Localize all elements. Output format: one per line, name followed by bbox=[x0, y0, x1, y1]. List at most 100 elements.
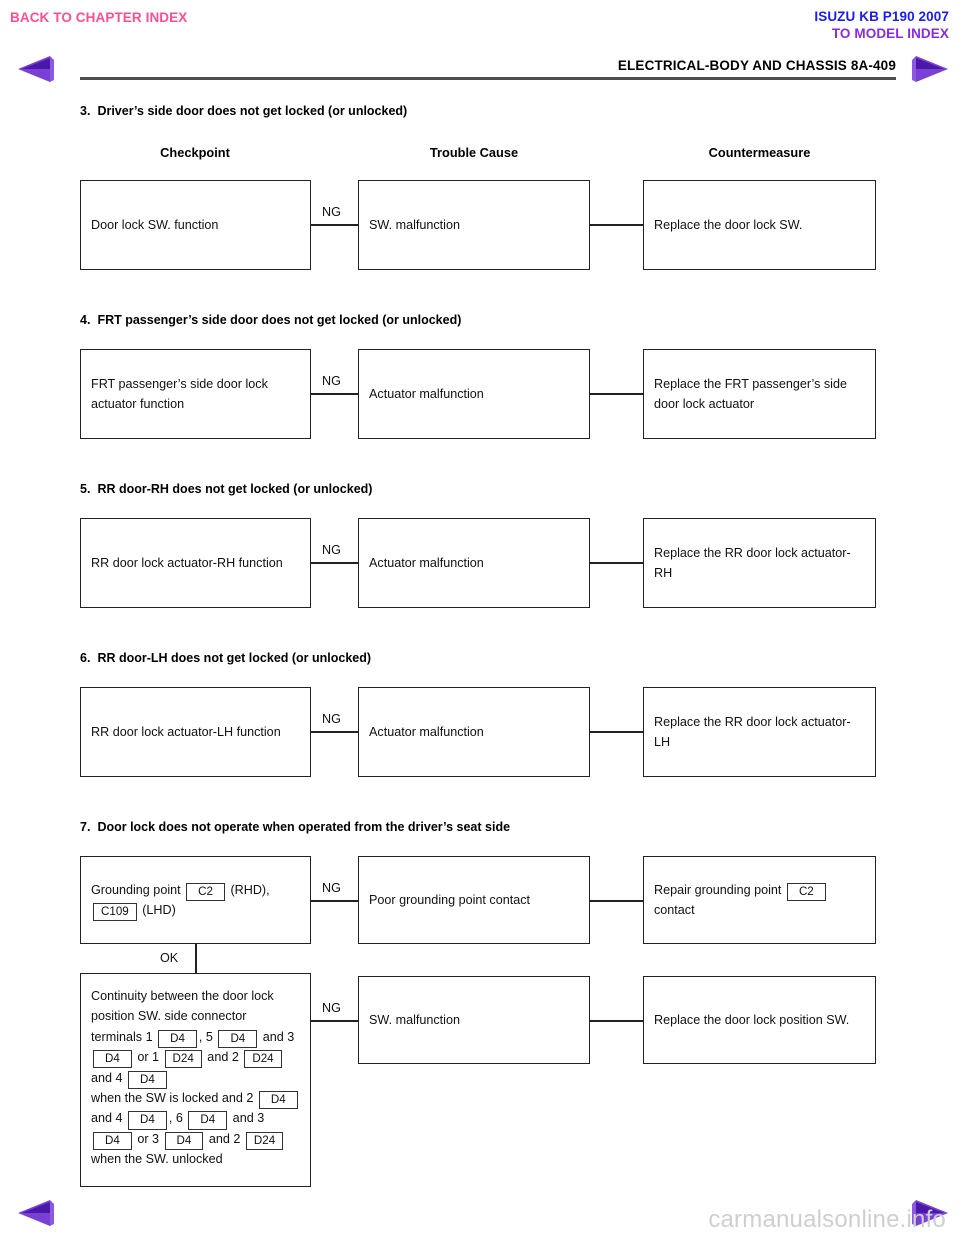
previous-page-arrow-icon[interactable] bbox=[16, 54, 58, 84]
section-heading-5: 5. RR door-RH does not get locked (or unl… bbox=[80, 482, 372, 496]
trouble-cause-box-7a[interactable]: Poor grounding point contact bbox=[358, 856, 590, 944]
connector-checkpoint-to-cause-6 bbox=[311, 731, 358, 733]
section-number: 3. bbox=[80, 104, 91, 118]
connector-ok-branch bbox=[195, 944, 197, 973]
connector-checkpoint-to-cause-4 bbox=[311, 393, 358, 395]
checkpoint-box-3[interactable]: Door lock SW. function bbox=[80, 180, 311, 270]
trouble-cause-text: Actuator malfunction bbox=[369, 724, 484, 739]
trouble-cause-text: Actuator malfunction bbox=[369, 555, 484, 570]
countermeasure-text: Replace the door lock position SW. bbox=[654, 1012, 850, 1027]
countermeasure-box-3[interactable]: Replace the door lock SW. bbox=[643, 180, 876, 270]
header-divider bbox=[80, 77, 896, 80]
connector-code-chip: D4 bbox=[158, 1029, 197, 1049]
connector-checkpoint-to-cause-7a bbox=[311, 900, 358, 902]
connector-cause-to-measure-5 bbox=[590, 562, 643, 564]
connector-cause-to-measure-7b bbox=[590, 1020, 643, 1022]
connector-code-chip: D4 bbox=[164, 1131, 204, 1151]
model-name-link[interactable]: ISUZU KB P190 2007 bbox=[814, 9, 949, 24]
trouble-cause-text: Actuator malfunction bbox=[369, 386, 484, 401]
edge-label-ng-4: NG bbox=[322, 374, 341, 388]
connector-code-chip: D4 bbox=[258, 1090, 298, 1110]
connector-code-chip: D4 bbox=[93, 1131, 132, 1151]
checkpoint-box-6[interactable]: RR door lock actuator-LH function bbox=[80, 687, 311, 777]
trouble-cause-box-3[interactable]: SW. malfunction bbox=[358, 180, 590, 270]
edge-label-ng-7b: NG bbox=[322, 1001, 341, 1015]
column-header-trouble-cause: Trouble Cause bbox=[429, 145, 519, 160]
connector-code-chip: C2 bbox=[186, 882, 225, 901]
connector-code-chip: D4 bbox=[128, 1111, 167, 1130]
column-header-checkpoint: Checkpoint bbox=[160, 145, 230, 160]
countermeasure-text: Replace the RR door lock actuator-LH bbox=[654, 714, 851, 749]
trouble-cause-text: Poor grounding point contact bbox=[369, 892, 531, 907]
trouble-cause-box-7b[interactable]: SW. malfunction bbox=[358, 976, 590, 1064]
countermeasure-text: Replace the door lock SW. bbox=[654, 217, 803, 232]
countermeasure-box-7a[interactable]: Repair grounding point C2 contact bbox=[643, 856, 876, 944]
connector-cause-to-measure-7a bbox=[590, 900, 643, 902]
right-triangle-icon bbox=[912, 56, 948, 82]
left-triangle-icon bbox=[18, 1200, 54, 1226]
countermeasure-box-5[interactable]: Replace the RR door lock actuator-RH bbox=[643, 518, 876, 608]
trouble-cause-box-6[interactable]: Actuator malfunction bbox=[358, 687, 590, 777]
checkpoint-box-7b[interactable]: Continuity between the door lock positio… bbox=[80, 973, 311, 1187]
connector-checkpoint-to-cause-5 bbox=[311, 562, 358, 564]
edge-label-ng-3: NG bbox=[322, 205, 341, 219]
trouble-cause-text: SW. malfunction bbox=[369, 217, 460, 232]
checkpoint-text: Door lock SW. function bbox=[91, 217, 219, 232]
countermeasure-text: Replace the RR door lock actuator-RH bbox=[654, 545, 851, 580]
section-heading-6: 6. RR door-LH does not get locked (or unl… bbox=[80, 651, 371, 665]
column-header-countermeasure: Countermeasure bbox=[708, 145, 811, 160]
connector-code-chip: C2 bbox=[786, 882, 826, 901]
next-page-arrow-icon[interactable] bbox=[908, 54, 950, 84]
section-title: Door lock does not operate when operated… bbox=[97, 820, 511, 834]
back-to-chapter-index-link[interactable]: BACK TO CHAPTER INDEX bbox=[10, 10, 187, 25]
countermeasure-box-7b[interactable]: Replace the door lock position SW. bbox=[643, 976, 876, 1064]
section-number: 5. bbox=[80, 482, 91, 496]
checkpoint-text: RR door lock actuator-LH function bbox=[91, 724, 281, 739]
checkpoint-box-7a[interactable]: Grounding point C2 (RHD), C109 (LHD) bbox=[80, 856, 311, 944]
countermeasure-text: Replace the FRT passenger’s side door lo… bbox=[654, 376, 847, 411]
section-number: 7. bbox=[80, 820, 91, 834]
site-watermark: carmanualsonline.info bbox=[708, 1206, 946, 1233]
connector-code-chip: D4 bbox=[218, 1029, 258, 1049]
edge-label-ok-7: OK bbox=[160, 951, 179, 965]
section-heading-3: 3. Driver’s side door does not get locked… bbox=[80, 104, 407, 118]
to-model-index-link[interactable]: TO MODEL INDEX bbox=[832, 26, 949, 41]
section-title: Driver’s side door does not get locked (… bbox=[97, 104, 408, 118]
checkpoint-text: RR door lock actuator-RH function bbox=[91, 555, 283, 570]
section-number: 6. bbox=[80, 651, 91, 665]
section-heading-7: 7. Door lock does not operate when operat… bbox=[80, 820, 510, 834]
checkpoint-text: Grounding point C2 (RHD), C109 (LHD) bbox=[91, 880, 270, 922]
connector-code-chip: C109 bbox=[93, 903, 137, 922]
trouble-cause-box-5[interactable]: Actuator malfunction bbox=[358, 518, 590, 608]
connector-code-chip: D24 bbox=[244, 1050, 282, 1069]
checkpoint-box-5[interactable]: RR door lock actuator-RH function bbox=[80, 518, 311, 608]
connector-code-chip: D24 bbox=[164, 1050, 202, 1069]
trouble-cause-box-4[interactable]: Actuator malfunction bbox=[358, 349, 590, 439]
connector-cause-to-measure-4 bbox=[590, 393, 643, 395]
edge-label-ng-5: NG bbox=[322, 543, 341, 557]
countermeasure-box-6[interactable]: Replace the RR door lock actuator-LH bbox=[643, 687, 876, 777]
section-number: 4. bbox=[80, 313, 91, 327]
checkpoint-box-4[interactable]: FRT passenger’s side door lock actuator … bbox=[80, 349, 311, 439]
checkpoint-text: FRT passenger’s side door lock actuator … bbox=[91, 376, 268, 411]
left-triangle-icon bbox=[18, 56, 54, 82]
section-heading-4: 4. FRT passenger’s side door does not get… bbox=[80, 313, 461, 327]
edge-label-ng-6: NG bbox=[322, 712, 341, 726]
connector-cause-to-measure-3 bbox=[590, 224, 643, 226]
trouble-cause-text: SW. malfunction bbox=[369, 1012, 460, 1027]
connector-checkpoint-to-cause-3 bbox=[311, 224, 358, 226]
previous-page-arrow-icon-bottom[interactable] bbox=[16, 1198, 58, 1228]
countermeasure-text: Repair grounding point C2 contact bbox=[654, 880, 828, 921]
connector-code-chip: D24 bbox=[245, 1131, 284, 1151]
section-title: FRT passenger’s side door does not get l… bbox=[97, 313, 462, 327]
countermeasure-box-4[interactable]: Replace the FRT passenger’s side door lo… bbox=[643, 349, 876, 439]
connector-checkpoint-to-cause-7b bbox=[311, 1020, 358, 1022]
section-title: RR door-RH does not get locked (or unloc… bbox=[97, 482, 373, 496]
section-title: RR door-LH does not get locked (or unloc… bbox=[97, 651, 372, 665]
connector-code-chip: D4 bbox=[93, 1050, 132, 1069]
page-title: ELECTRICAL-BODY AND CHASSIS 8A-409 bbox=[617, 58, 896, 73]
connector-code-chip: D4 bbox=[128, 1070, 167, 1089]
connector-code-chip: D4 bbox=[188, 1111, 228, 1130]
connector-cause-to-measure-6 bbox=[590, 731, 643, 733]
checkpoint-text: Continuity between the door lock positio… bbox=[91, 986, 300, 1170]
